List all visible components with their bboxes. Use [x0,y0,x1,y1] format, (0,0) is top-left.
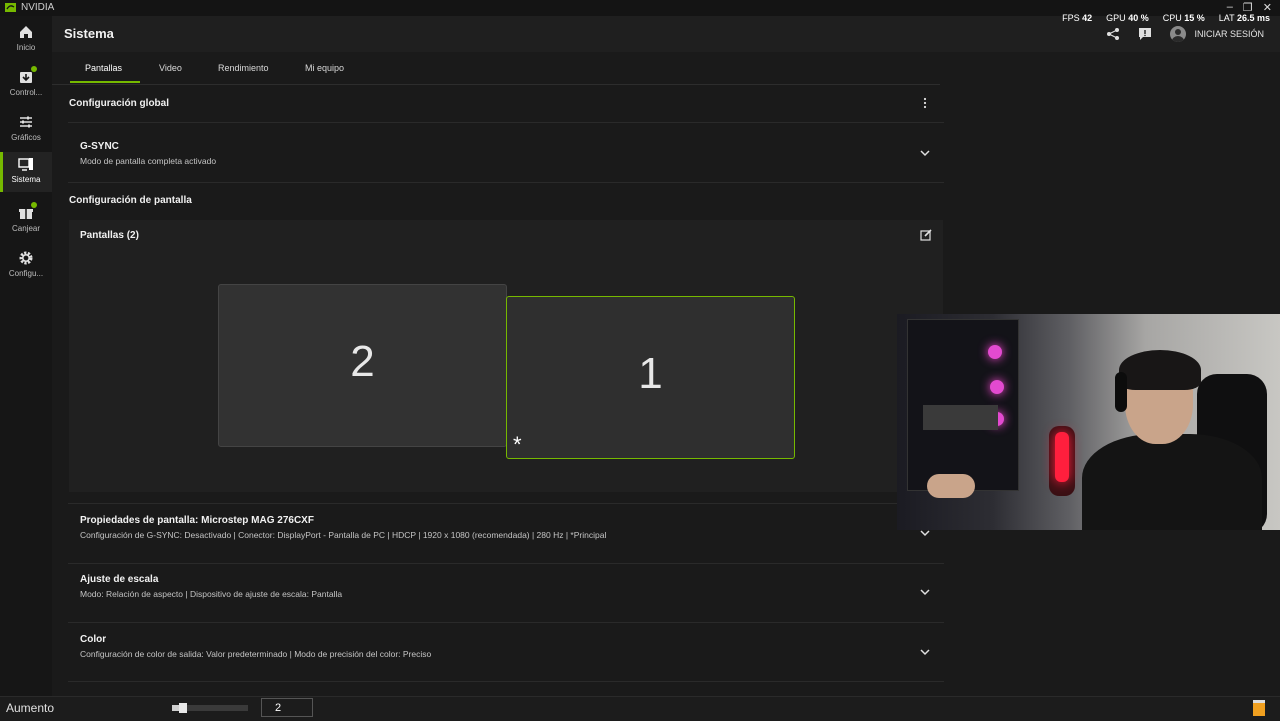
row-title: Ajuste de escala [80,574,159,585]
sidebar-item-label: Sistema [11,175,41,184]
app-name: NVIDIA [21,2,55,13]
row-title: Propiedades de pantalla: Microstep MAG 2… [80,515,314,526]
color-row[interactable]: Color Configuración de color de salida: … [68,623,944,682]
person-body [1082,434,1262,530]
sliders-icon [20,116,32,128]
download-icon [18,66,37,85]
monitor-1[interactable]: 1 * [506,296,795,459]
section-title-global: Configuración global [69,98,169,109]
fps-stat: FPS 42 [1062,13,1093,23]
performance-overlay: FPS 42 GPU 40 % CPU 15 % LAT 26.5 ms [1062,13,1270,23]
gsync-title: G-SYNC [80,141,119,152]
monitor-number: 2 [350,337,375,386]
more-options-icon[interactable] [921,97,929,109]
sidebar-item-canjear[interactable]: Canjear [0,201,52,241]
chevron-down-icon[interactable] [920,648,930,656]
sidebar-item-label: Inicio [16,43,36,52]
sidebar-item-label: Canjear [11,224,40,233]
tab-rendimiento[interactable]: Rendimiento [218,63,269,73]
sidebar-item-configuracion[interactable]: Configu... [0,246,52,286]
cpu-stat: CPU 15 % [1162,13,1205,23]
zoom-label: Aumento [6,701,55,715]
display-properties-row[interactable]: Propiedades de pantalla: Microstep MAG 2… [68,503,944,564]
monitor-2[interactable]: 2 [218,284,507,447]
login-label: INICIAR SESIÓN [1194,29,1264,39]
row-subtitle: Configuración de color de salida: Valor … [80,649,432,659]
gear-icon [19,251,33,265]
chevron-down-icon[interactable] [920,588,930,596]
share-icon[interactable] [1106,27,1120,41]
displays-count-title: Pantallas (2) [80,230,139,241]
sidebar-item-label: Gráficos [11,133,41,142]
sidebar-item-controladores[interactable]: Control... [0,65,52,105]
notification-dot [31,66,37,72]
page-title: Sistema [64,26,114,41]
notification-dot [31,202,37,208]
notification-tray-icon[interactable] [1253,700,1265,716]
gsync-row[interactable]: G-SYNC Modo de pantalla completa activad… [68,122,944,183]
system-icon [18,158,33,171]
row-subtitle: Configuración de G-SYNC: Desactivado | C… [80,530,607,540]
pc-case [907,319,1019,491]
gpu-stat: GPU 40 % [1106,13,1149,23]
headset [1115,372,1127,412]
sidebar-item-graficos[interactable]: Gráficos [0,110,52,150]
login-button[interactable]: INICIAR SESIÓN [1170,26,1264,42]
header-actions: INICIAR SESIÓN [1106,26,1264,42]
home-icon [20,26,32,38]
monitor-number: 1 [638,349,663,398]
person-hand [927,474,975,498]
webcam-overlay [897,314,1280,530]
scaling-row[interactable]: Ajuste de escala Modo: Relación de aspec… [68,563,944,623]
feedback-icon[interactable] [1138,27,1152,41]
tab-video[interactable]: Video [159,63,182,73]
tab-bar: Pantallas Video Rendimiento Mi equipo [52,52,940,85]
chevron-down-icon[interactable] [920,529,930,537]
zoom-slider-thumb[interactable] [179,703,187,713]
gsync-subtitle: Modo de pantalla completa activado [80,156,217,166]
zoom-slider[interactable] [172,703,248,713]
row-title: Color [80,634,107,645]
person-hair [1119,350,1201,390]
zoom-value-field[interactable]: 2 [261,698,313,717]
edit-icon[interactable] [920,229,932,241]
sidebar-item-inicio[interactable]: Inicio [0,20,52,60]
sidebar-item-label: Control... [9,88,43,97]
row-subtitle: Modo: Relación de aspecto | Dispositivo … [80,589,343,599]
avatar [1170,26,1187,42]
chevron-down-icon[interactable] [920,149,930,157]
primary-display-marker: * [513,432,522,457]
latency-stat: LAT 26.5 ms [1218,13,1270,23]
tab-mi-equipo[interactable]: Mi equipo [305,63,344,73]
active-tab-indicator [70,81,140,83]
tab-pantallas[interactable]: Pantallas [85,63,122,73]
gift-icon [18,202,37,221]
section-title-display: Configuración de pantalla [69,195,192,206]
nvidia-logo-icon [5,3,16,12]
sidebar: Inicio Control... Gráficos Sistema Canje… [0,16,52,696]
sidebar-item-sistema[interactable]: Sistema [0,152,52,192]
magnifier-bar: Aumento 2 [0,696,1280,721]
displays-panel: Pantallas (2) 2 1 * [69,220,943,492]
sidebar-item-label: Configu... [8,269,44,278]
zoom-slider-fill [172,705,179,711]
